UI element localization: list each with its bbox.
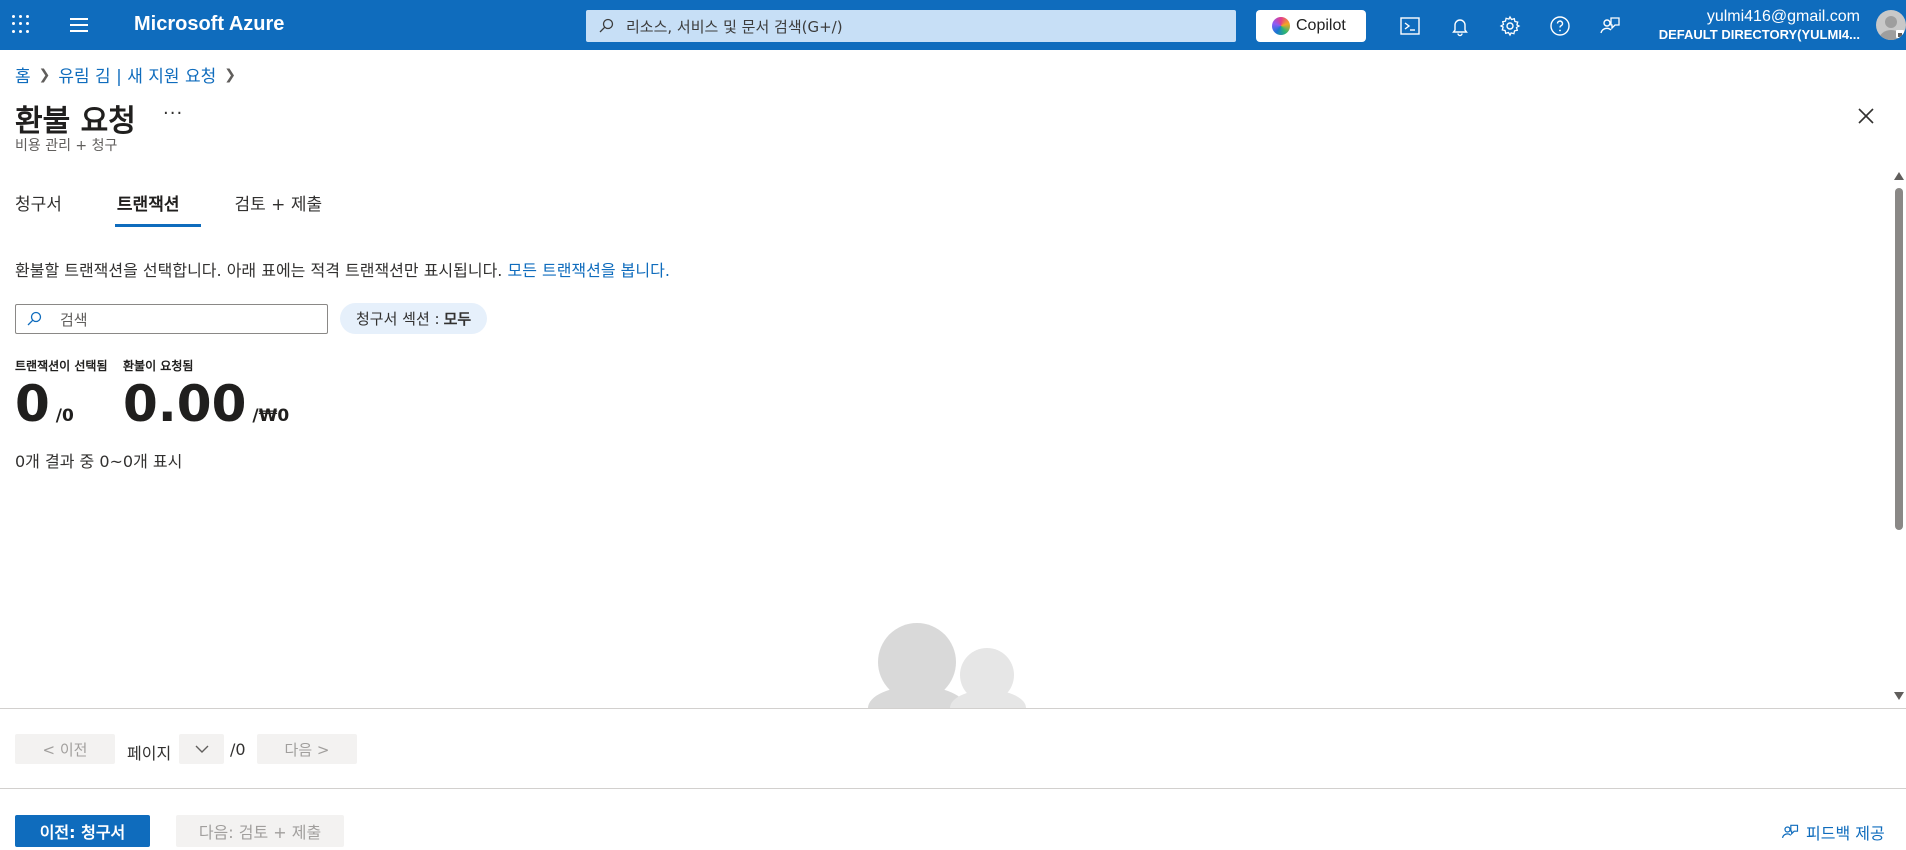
- previous-invoice-button[interactable]: 이전: 청구서: [15, 815, 150, 847]
- next-review-submit-button[interactable]: 다음: 검토 + 제출: [176, 815, 344, 847]
- account-email: yulmi416@gmail.com: [1706, 8, 1860, 25]
- chevron-right-icon: ❯: [38, 66, 51, 83]
- cloud-shell-icon[interactable]: [1398, 14, 1422, 38]
- brand-title[interactable]: Microsoft Azure: [134, 13, 284, 36]
- help-icon[interactable]: [1548, 14, 1572, 38]
- breadcrumb-parent[interactable]: 유림 김 | 새 지원 요청: [58, 62, 216, 87]
- global-search-input[interactable]: 리소스, 서비스 및 문서 검색(G+/): [586, 10, 1236, 42]
- empty-state-people-icon: [860, 620, 1030, 708]
- chevron-right-icon: ❯: [224, 66, 236, 83]
- stat-total: /0: [55, 406, 74, 426]
- tab-review-submit[interactable]: 검토 + 제출: [234, 190, 322, 227]
- transaction-search-placeholder: 검색: [60, 310, 88, 329]
- bell-icon[interactable]: [1448, 14, 1472, 38]
- scrollbar-thumb[interactable]: [1895, 188, 1903, 530]
- refund-requested-stat: 환불이 요청됨 0.00 /₩0: [123, 357, 289, 432]
- page-label: 페이지: [127, 744, 172, 763]
- search-icon: [599, 18, 614, 33]
- filter-pill-label: 청구서 섹션 :: [356, 310, 440, 328]
- stat-total: /₩0: [252, 406, 290, 426]
- search-icon: [27, 311, 42, 326]
- stat-value: 0: [15, 375, 50, 433]
- top-nav-bar: Microsoft Azure 리소스, 서비스 및 문서 검색(G+/) Co…: [0, 0, 1906, 50]
- scroll-down-icon[interactable]: [1894, 692, 1904, 700]
- scroll-up-icon[interactable]: [1894, 172, 1904, 180]
- invoice-section-filter-pill[interactable]: 청구서 섹션 : 모두: [340, 303, 488, 334]
- page-title: 환불 요청: [15, 104, 136, 139]
- wizard-tabs: 청구서 트랜잭션 검토 + 제출: [15, 190, 377, 227]
- page-select-dropdown[interactable]: [179, 734, 224, 764]
- copilot-button[interactable]: Copilot: [1256, 10, 1366, 42]
- avatar[interactable]: [1876, 10, 1906, 40]
- stat-label: 트랜잭션이 선택됨: [15, 359, 108, 373]
- next-page-button[interactable]: 다음 >: [257, 734, 357, 764]
- feedback-icon: [1781, 824, 1799, 839]
- breadcrumb: 홈 ❯ 유림 김 | 새 지원 요청 ❯: [15, 62, 244, 88]
- instructions-text: 환불할 트랜잭션을 선택합니다. 아래 표에는 적격 트랜잭션만 표시됩니다. …: [15, 257, 670, 281]
- page-subtitle: 비용 관리 + 청구: [15, 138, 118, 154]
- tab-invoice[interactable]: 청구서: [15, 190, 62, 227]
- copilot-label: Copilot: [1296, 17, 1346, 34]
- global-search-placeholder: 리소스, 서비스 및 문서 검색(G+/): [626, 17, 843, 36]
- transaction-search-input[interactable]: 검색: [15, 304, 328, 334]
- divider: [0, 788, 1906, 789]
- view-all-transactions-link[interactable]: 모든 트랜잭션을 봅니다.: [507, 261, 669, 280]
- copilot-logo-icon: [1272, 17, 1290, 35]
- feedback-label: 피드백 제공: [1806, 824, 1885, 843]
- divider: [0, 708, 1906, 709]
- account-menu[interactable]: yulmi416@gmail.com DEFAULT DIRECTORY(YUL…: [1659, 8, 1860, 42]
- chevron-down-icon: [195, 745, 208, 753]
- breadcrumb-home[interactable]: 홈: [15, 62, 31, 87]
- tab-transactions[interactable]: 트랜잭션: [114, 190, 201, 227]
- stat-value: 0.00: [123, 375, 247, 433]
- page-total: /0: [230, 740, 246, 759]
- stat-label: 환불이 요청됨: [123, 359, 194, 373]
- app-launcher-icon[interactable]: [10, 13, 32, 35]
- previous-page-button[interactable]: < 이전: [15, 734, 115, 764]
- instructions-body: 환불할 트랜잭션을 선택합니다. 아래 표에는 적격 트랜잭션만 표시됩니다.: [15, 261, 503, 280]
- gear-icon[interactable]: [1498, 14, 1522, 38]
- more-options-button[interactable]: ···: [163, 103, 183, 124]
- account-directory: DEFAULT DIRECTORY(YULMI4...: [1658, 27, 1860, 42]
- close-icon[interactable]: [1854, 104, 1878, 128]
- user-avatar-icon: [1879, 16, 1904, 40]
- results-count-text: 0개 결과 중 0~0개 표시: [15, 452, 183, 471]
- transactions-selected-stat: 트랜잭션이 선택됨 0 /0: [15, 357, 108, 432]
- vertical-scrollbar[interactable]: [1892, 170, 1906, 702]
- give-feedback-link[interactable]: 피드백 제공: [1780, 820, 1885, 844]
- portal-menu-icon[interactable]: [70, 18, 88, 32]
- feedback-icon[interactable]: [1598, 14, 1622, 38]
- filter-pill-value: 모두: [443, 310, 472, 328]
